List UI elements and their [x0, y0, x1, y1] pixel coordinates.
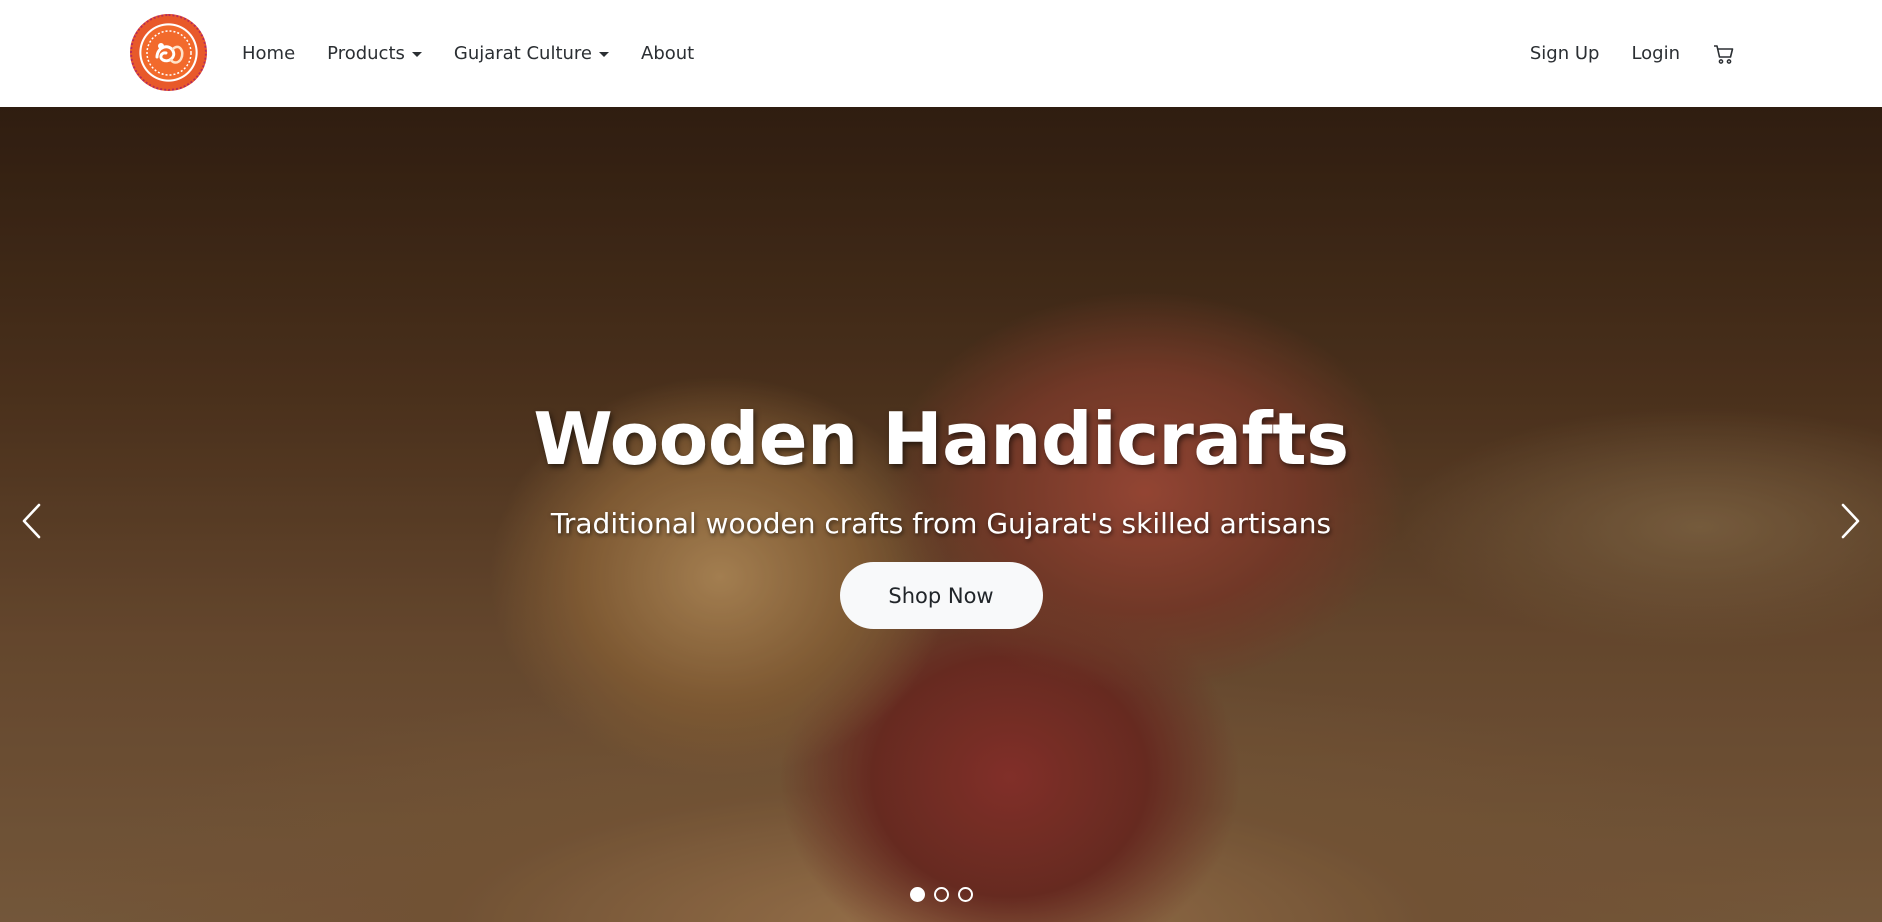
carousel-next-button[interactable]	[1831, 497, 1871, 545]
cart-icon[interactable]	[1712, 42, 1736, 66]
hero-title: Wooden Handicrafts	[533, 397, 1349, 481]
navbar: Home Products Gujarat Culture About Sign…	[0, 0, 1882, 107]
hero-subtitle: Traditional wooden crafts from Gujarat's…	[550, 507, 1332, 540]
nav-about-link[interactable]: About	[641, 43, 694, 64]
nav-products-dropdown[interactable]: Products	[327, 43, 422, 64]
brand-logo[interactable]	[130, 14, 207, 91]
chevron-right-icon	[1841, 503, 1860, 539]
login-label: Login	[1631, 43, 1680, 64]
account-nav: Sign Up Login	[1530, 0, 1736, 107]
nav-products-label: Products	[327, 43, 405, 64]
nav-home-link[interactable]: Home	[242, 43, 295, 64]
login-link[interactable]: Login	[1631, 43, 1680, 64]
nav-gujarat-culture-label: Gujarat Culture	[453, 43, 593, 64]
nav-about-label: About	[641, 43, 695, 64]
nav-home-label: Home	[242, 43, 296, 64]
carousel-indicator-1[interactable]	[909, 887, 925, 902]
hero-carousel: Wooden Handicrafts Traditional wooden cr…	[0, 107, 1882, 922]
carousel-indicator-3[interactable]	[957, 887, 973, 902]
primary-nav: Home Products Gujarat Culture About	[242, 0, 694, 107]
caret-down-icon	[599, 52, 610, 57]
sign-up-label: Sign Up	[1529, 43, 1600, 64]
carousel-indicators	[0, 887, 1882, 902]
carousel-indicator-2[interactable]	[933, 887, 949, 902]
nav-gujarat-culture-dropdown[interactable]: Gujarat Culture	[453, 43, 610, 64]
shop-now-button[interactable]: Shop Now	[839, 562, 1043, 629]
caret-down-icon	[411, 52, 422, 57]
sign-up-link[interactable]: Sign Up	[1530, 43, 1600, 64]
carousel-caption: Wooden Handicrafts Traditional wooden cr…	[0, 397, 1882, 629]
logo-emblem-icon	[145, 29, 192, 76]
